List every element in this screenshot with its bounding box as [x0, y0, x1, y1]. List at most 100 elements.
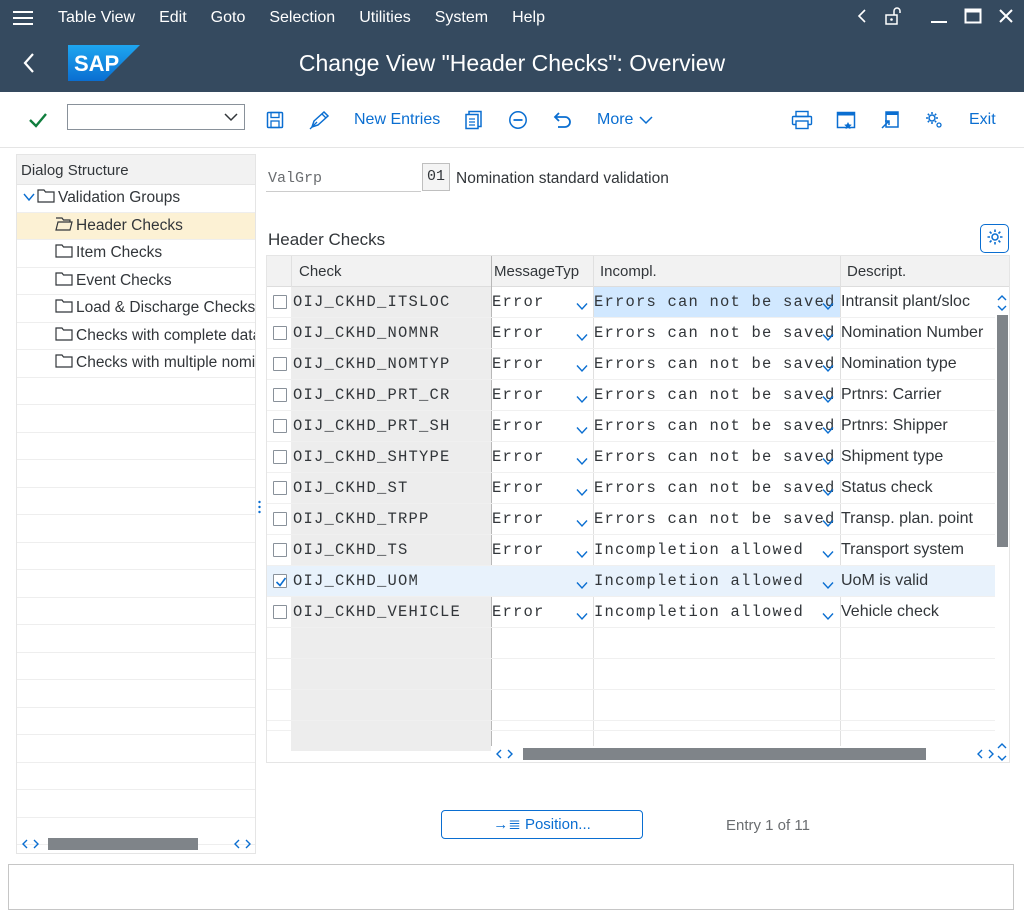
row-checkbox[interactable]	[273, 357, 287, 371]
splitter-handle-icon[interactable]	[258, 500, 261, 514]
column-header-check[interactable]: Check	[299, 263, 342, 280]
incompl-cell[interactable]: Incompletion allowed	[594, 541, 804, 559]
row-checkbox[interactable]	[273, 419, 287, 433]
table-row[interactable]: OIJ_CKHD_ST Error Errors can not be saved S…	[267, 473, 995, 504]
copy-as-icon[interactable]	[464, 108, 484, 132]
incompl-cell[interactable]: Errors can not be saved	[594, 479, 836, 497]
print-icon[interactable]	[791, 108, 813, 132]
row-checkbox[interactable]	[273, 574, 287, 588]
maximize-icon[interactable]	[964, 8, 982, 28]
chevron-down-icon[interactable]	[997, 299, 1007, 316]
table-row[interactable]: OIJ_CKHD_PRT_CR Error Errors can not be sa…	[267, 380, 995, 411]
chevron-down-icon[interactable]	[576, 577, 588, 594]
chevron-left-icon[interactable]	[21, 836, 29, 853]
table-row[interactable]: OIJ_CKHD_TRPP Error Errors can not be save…	[267, 504, 995, 535]
chevron-down-icon[interactable]	[822, 515, 834, 532]
tree-item-event-checks[interactable]: Event Checks	[17, 268, 255, 295]
row-checkbox[interactable]	[273, 295, 287, 309]
display-change-icon[interactable]	[309, 108, 331, 132]
save-icon[interactable]	[266, 108, 284, 132]
delete-icon[interactable]	[508, 108, 528, 132]
new-entries-button[interactable]: New Entries	[354, 108, 440, 132]
position-button[interactable]: →≣ Position...	[441, 810, 643, 839]
chevron-right-icon[interactable]	[32, 836, 40, 853]
table-vertical-scrollbar[interactable]	[995, 287, 1009, 762]
tree-item-item-checks[interactable]: Item Checks	[17, 240, 255, 268]
chevron-right-icon[interactable]	[244, 836, 252, 853]
column-header-messagetyp[interactable]: MessageTyp	[494, 263, 579, 280]
incompl-cell[interactable]: Errors can not be saved	[594, 324, 836, 342]
unlock-icon[interactable]	[884, 7, 904, 29]
chevron-left-icon[interactable]	[233, 836, 241, 853]
scrollbar-thumb[interactable]	[997, 315, 1008, 547]
dialog-horizontal-scrollbar[interactable]	[17, 835, 255, 853]
chevron-down-icon[interactable]	[224, 110, 238, 128]
menu-utilities[interactable]: Utilities	[347, 9, 423, 27]
chevron-down-icon[interactable]	[822, 422, 834, 439]
exit-button[interactable]: Exit	[969, 108, 996, 132]
enter-checkmark-icon[interactable]	[28, 108, 48, 132]
scrollbar-thumb[interactable]	[523, 748, 926, 760]
table-settings-button[interactable]	[980, 224, 1009, 253]
incompl-cell[interactable]: Errors can not be saved	[594, 417, 836, 435]
row-checkbox[interactable]	[273, 450, 287, 464]
tree-item-load-discharge-checks[interactable]: Load & Discharge Checks	[17, 295, 255, 323]
incompl-cell[interactable]: Errors can not be saved	[594, 510, 836, 528]
messagetyp-cell[interactable]: Error	[492, 417, 545, 435]
chevron-down-icon[interactable]	[576, 453, 588, 470]
chevron-down-icon[interactable]	[822, 577, 834, 594]
row-checkbox[interactable]	[273, 481, 287, 495]
chevron-down-icon[interactable]	[997, 749, 1007, 766]
chevron-down-icon[interactable]	[822, 298, 834, 315]
minimize-icon[interactable]	[930, 8, 948, 28]
more-button[interactable]: More	[597, 108, 653, 132]
close-icon[interactable]	[998, 8, 1014, 28]
hamburger-menu-icon[interactable]	[0, 10, 46, 26]
messagetyp-cell[interactable]: Error	[492, 355, 545, 373]
column-header-descript[interactable]: Descript.	[847, 263, 906, 280]
incompl-cell[interactable]: Errors can not be saved	[594, 293, 836, 311]
table-row[interactable]: OIJ_CKHD_UOM Incompletion allowed UoM is v…	[267, 566, 995, 597]
row-checkbox[interactable]	[273, 388, 287, 402]
row-checkbox[interactable]	[273, 543, 287, 557]
chevron-left-icon[interactable]	[856, 8, 868, 28]
chevron-down-icon[interactable]	[576, 515, 588, 532]
messagetyp-cell[interactable]: Error	[492, 541, 545, 559]
incompl-cell[interactable]: Errors can not be saved	[594, 448, 836, 466]
messagetyp-cell[interactable]: Error	[492, 479, 545, 497]
table-row[interactable]: OIJ_CKHD_VEHICLE Error Incompletion allowe…	[267, 597, 995, 628]
messagetyp-cell[interactable]: Error	[492, 386, 545, 404]
messagetyp-cell[interactable]: Error	[492, 293, 545, 311]
incompl-cell[interactable]: Errors can not be saved	[594, 386, 836, 404]
messagetyp-cell[interactable]: Error	[492, 510, 545, 528]
chevron-down-icon[interactable]	[822, 608, 834, 625]
chevron-down-icon[interactable]	[576, 422, 588, 439]
table-row[interactable]: OIJ_CKHD_PRT_SH Error Errors can not be sa…	[267, 411, 995, 442]
chevron-down-icon[interactable]	[822, 391, 834, 408]
column-header-incompl[interactable]: Incompl.	[600, 263, 657, 280]
tree-item-checks-multiple-nominations[interactable]: Checks with multiple nominations	[17, 350, 255, 378]
messagetyp-cell[interactable]: Error	[492, 603, 545, 621]
tree-item-header-checks[interactable]: Header Checks	[17, 212, 255, 240]
menu-table-view[interactable]: Table View	[46, 9, 147, 27]
row-checkbox[interactable]	[273, 605, 287, 619]
chevron-right-icon[interactable]	[987, 746, 995, 763]
create-session-icon[interactable]	[836, 108, 856, 132]
chevron-down-icon[interactable]	[23, 189, 35, 207]
chevron-down-icon[interactable]	[576, 329, 588, 346]
chevron-down-icon[interactable]	[576, 298, 588, 315]
row-checkbox[interactable]	[273, 326, 287, 340]
chevron-down-icon[interactable]	[822, 360, 834, 377]
chevron-right-icon[interactable]	[506, 746, 514, 763]
messagetyp-cell[interactable]: Error	[492, 448, 545, 466]
chevron-down-icon[interactable]	[576, 360, 588, 377]
table-row[interactable]: OIJ_CKHD_SHTYPE Error Errors can not be sa…	[267, 442, 995, 473]
chevron-down-icon[interactable]	[576, 546, 588, 563]
chevron-down-icon[interactable]	[576, 484, 588, 501]
messagetyp-cell[interactable]: Error	[492, 324, 545, 342]
chevron-down-icon[interactable]	[822, 546, 834, 563]
menu-goto[interactable]: Goto	[199, 9, 258, 27]
chevron-down-icon[interactable]	[822, 484, 834, 501]
menu-system[interactable]: System	[423, 9, 500, 27]
command-field[interactable]	[67, 104, 245, 130]
